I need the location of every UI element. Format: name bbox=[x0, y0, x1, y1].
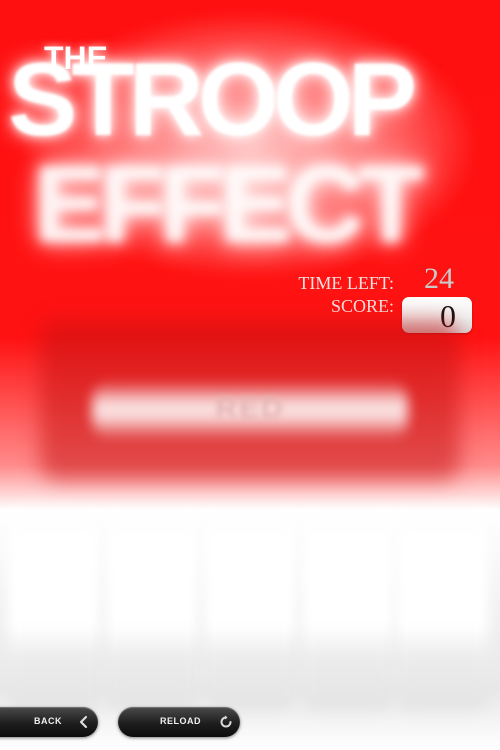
color-choices bbox=[6, 500, 494, 710]
color-choice-1[interactable] bbox=[8, 500, 100, 710]
reload-button[interactable]: RELOAD bbox=[118, 707, 240, 737]
stimulus-word: RED bbox=[215, 392, 285, 425]
color-choice-4[interactable] bbox=[302, 500, 394, 710]
reload-button-label: RELOAD bbox=[160, 716, 201, 726]
score-label: SCORE: bbox=[330, 296, 394, 316]
color-choice-2[interactable] bbox=[106, 500, 198, 710]
chevron-left-icon bbox=[79, 715, 88, 729]
time-left-value: 24 bbox=[424, 262, 454, 295]
back-button[interactable]: BACK bbox=[0, 707, 98, 737]
color-choice-3[interactable] bbox=[204, 500, 296, 710]
color-choice-5[interactable] bbox=[396, 500, 488, 710]
title-stroop: STROOP bbox=[8, 42, 417, 158]
back-button-label: BACK bbox=[34, 716, 62, 726]
reload-icon bbox=[220, 715, 232, 728]
title-effect: EFFECT bbox=[34, 143, 424, 264]
time-left-label: TIME LEFT: bbox=[298, 273, 394, 293]
